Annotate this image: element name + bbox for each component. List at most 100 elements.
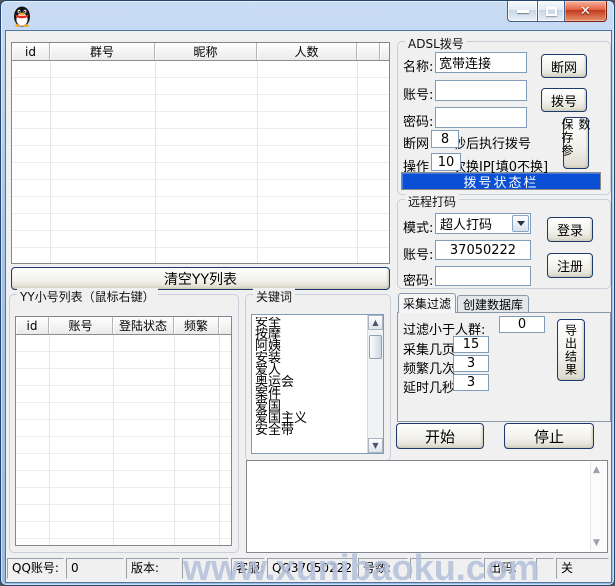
export-results-label: 导出结果 <box>563 324 580 376</box>
register-button[interactable]: 注册 <box>547 253 593 278</box>
scroll-down-icon[interactable]: ▼ <box>368 438 383 453</box>
status-version-value <box>182 558 229 579</box>
app-window: ✕ id 群号 昵称 人数 清空YY列表 YY小号列表（鼠标右键） id 账号 <box>0 0 615 586</box>
save-params-label: 保存参数 <box>559 118 593 168</box>
export-results-button[interactable]: 导出结果 <box>557 319 585 381</box>
column-header-status[interactable]: 登陆状态 <box>113 317 174 334</box>
keywords-listbox[interactable]: 安全 按摩 阿姨 安装 爱人 奥运会 案件 爱国 爱国主义 安全带 ▲ ▼ <box>251 314 384 454</box>
log-scrollbar[interactable]: ▲ ▼ <box>590 462 606 551</box>
start-button[interactable]: 开始 <box>396 423 484 449</box>
status-out-label: 出码: <box>484 558 534 579</box>
tab-collect-filter-label: 采集过滤 <box>403 295 451 312</box>
column-header-id[interactable]: id <box>16 317 49 334</box>
login-button[interactable]: 登录 <box>547 217 593 242</box>
adsl-name-label: 名称: <box>403 56 433 75</box>
column-header-label: id <box>25 45 36 59</box>
adsl-account-label: 账号: <box>403 84 433 103</box>
maximize-icon <box>546 7 557 16</box>
operate-minutes-input[interactable] <box>431 153 461 171</box>
dial-button[interactable]: 拨号 <box>541 88 587 112</box>
column-header-label: 账号 <box>68 317 92 334</box>
status-service-label: 客服: <box>231 558 265 579</box>
captcha-password-label: 密码: <box>403 270 433 289</box>
pages-input[interactable] <box>453 336 489 353</box>
yy-group-table-header: id 群号 昵称 人数 <box>12 43 389 61</box>
column-header-label: 人数 <box>294 43 318 60</box>
disconnect-button[interactable]: 断网 <box>541 54 587 78</box>
delay-input[interactable] <box>453 374 489 391</box>
status-version-label: 版本: <box>126 558 180 579</box>
combo-dropdown-button[interactable] <box>512 215 529 232</box>
column-header-label: 昵称 <box>193 43 217 60</box>
scroll-up-icon[interactable]: ▲ <box>593 465 600 475</box>
column-separator <box>357 61 358 263</box>
log-output-box[interactable]: ▲ ▼ <box>246 460 608 553</box>
min-people-input[interactable] <box>499 316 545 333</box>
keyword-item[interactable]: 安全带 <box>253 425 366 437</box>
register-label: 注册 <box>557 256 583 275</box>
yy-accounts-table[interactable]: id 账号 登陆状态 频繁 <box>15 316 232 546</box>
column-header-label: 频繁 <box>184 317 208 334</box>
column-separator <box>49 335 50 545</box>
disconnect-prefix: 断网 <box>403 133 429 152</box>
status-out-value <box>536 558 554 579</box>
yy-accounts-table-header: id 账号 登陆状态 频繁 <box>16 317 231 335</box>
column-header-count[interactable]: 人数 <box>257 43 357 60</box>
column-separator <box>174 335 175 545</box>
column-separator <box>219 335 220 545</box>
clear-yy-list-button[interactable]: 清空YY列表 <box>11 267 390 290</box>
column-header-freq[interactable]: 频繁 <box>174 317 219 334</box>
keywords-items: 安全 按摩 阿姨 安装 爱人 奥运会 案件 爱国 爱国主义 安全带 <box>253 317 366 452</box>
disconnect-label: 断网 <box>551 57 577 76</box>
captcha-account-input[interactable] <box>435 240 531 260</box>
scroll-up-icon[interactable]: ▲ <box>368 315 383 330</box>
start-label: 开始 <box>425 426 455 447</box>
scroll-down-icon[interactable]: ▼ <box>593 538 600 548</box>
disconnect-seconds-input[interactable] <box>431 130 459 148</box>
yy-group-table[interactable]: id 群号 昵称 人数 <box>11 42 390 264</box>
remote-captcha-title: 远程打码 <box>405 193 459 210</box>
scrollbar-thumb[interactable] <box>369 335 382 359</box>
adsl-password-input[interactable] <box>435 107 527 128</box>
column-header-label: id <box>27 319 38 333</box>
adsl-account-input[interactable] <box>435 80 527 101</box>
adsl-password-label: 密码: <box>403 111 433 130</box>
close-icon: ✕ <box>580 5 591 18</box>
column-header-nick[interactable]: 昵称 <box>155 43 257 60</box>
keywords-title: 关键词 <box>253 288 295 305</box>
operate-suffix: 次换IP[填0不换] <box>453 156 548 175</box>
yy-group-table-body[interactable] <box>12 61 389 263</box>
column-header-id[interactable]: id <box>12 43 50 60</box>
adsl-name-input[interactable] <box>435 52 527 73</box>
column-header-extra[interactable] <box>357 43 380 60</box>
yy-accounts-title: YY小号列表（鼠标右键） <box>17 288 158 305</box>
column-header-account[interactable]: 账号 <box>49 317 113 334</box>
login-label: 登录 <box>557 220 583 239</box>
minimize-button[interactable] <box>507 1 537 22</box>
save-params-button[interactable]: 保存参数 <box>563 117 589 169</box>
column-separator <box>155 61 156 263</box>
column-separator <box>50 61 51 263</box>
mode-label: 模式: <box>403 217 433 236</box>
frequent-label: 频繁几次 <box>403 358 455 377</box>
keywords-scrollbar[interactable]: ▲ ▼ <box>367 315 383 453</box>
disconnect-suffix: 秒后执行拨号 <box>453 133 531 152</box>
maximize-button[interactable] <box>537 1 565 22</box>
minimize-icon <box>517 10 529 13</box>
captcha-mode-select[interactable]: 超人打码 <box>435 213 531 234</box>
frequent-input[interactable] <box>453 355 489 372</box>
yy-accounts-table-body[interactable] <box>16 335 231 545</box>
status-count-label: 号数: <box>358 558 408 579</box>
tab-create-database[interactable]: 创建数据库 <box>457 295 529 313</box>
close-button[interactable]: ✕ <box>565 1 607 22</box>
column-separator <box>113 335 114 545</box>
caption-buttons: ✕ <box>507 1 607 22</box>
adsl-title: ADSL拨号 <box>405 35 467 52</box>
tab-collect-filter[interactable]: 采集过滤 <box>398 293 456 313</box>
captcha-password-input[interactable] <box>435 266 531 286</box>
title-bar[interactable]: ✕ <box>1 1 614 30</box>
column-header-group[interactable]: 群号 <box>50 43 155 60</box>
stop-button[interactable]: 停止 <box>504 423 594 449</box>
captcha-account-label: 账号: <box>403 244 433 263</box>
status-service-value: QQ37050222 <box>267 558 356 579</box>
